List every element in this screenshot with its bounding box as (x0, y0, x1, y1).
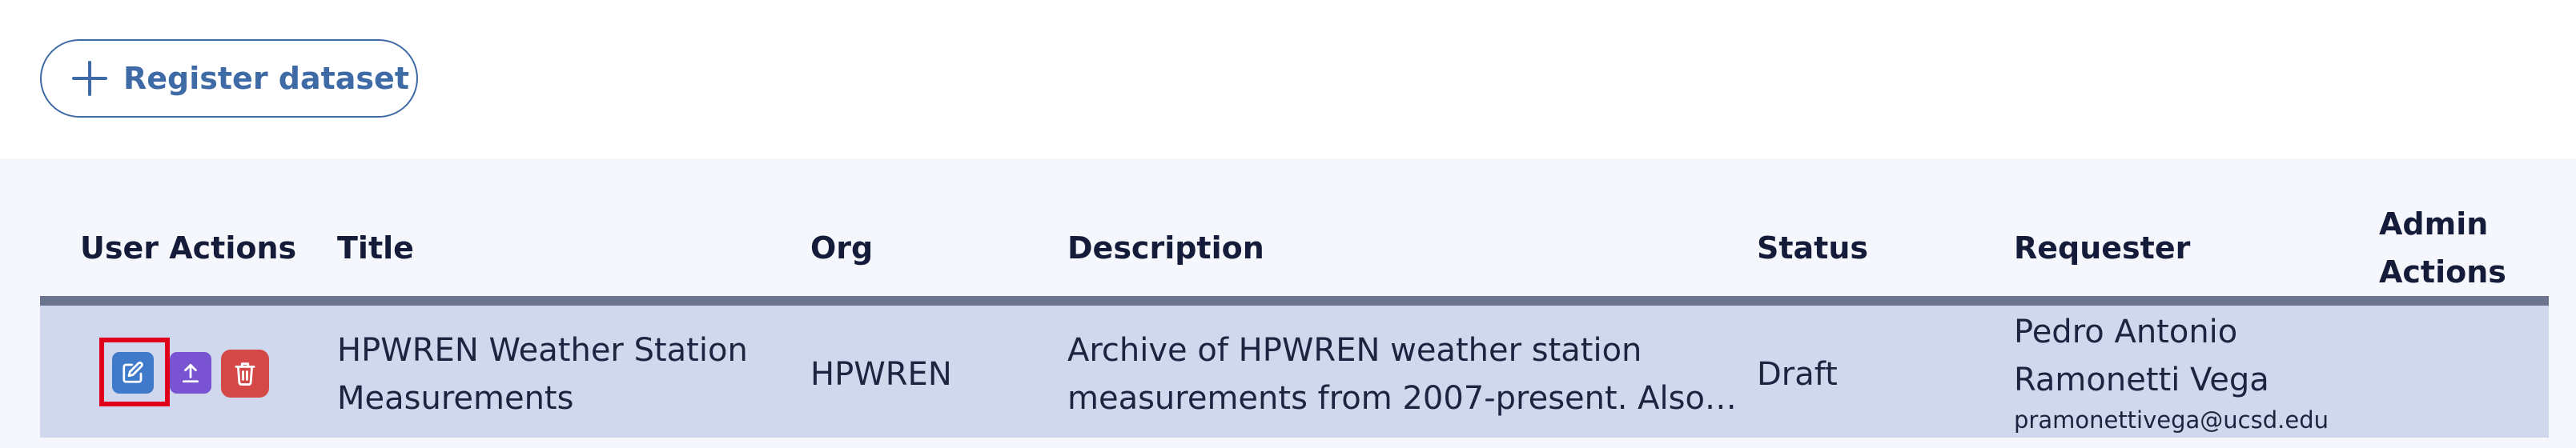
upload-button[interactable] (170, 352, 211, 394)
row-description-line1: Archive of HPWREN weather station (1067, 332, 1642, 369)
requester-email: pramonettivega@ucsd.edu (2014, 406, 2329, 434)
header-description: Description (1067, 230, 1264, 266)
trash-icon (235, 362, 255, 386)
header-requester: Requester (2014, 230, 2191, 266)
header-org: Org (810, 230, 874, 266)
requester-name-line1: Pedro Antonio (2014, 314, 2238, 350)
header-divider (40, 296, 2549, 306)
edit-button[interactable] (112, 352, 154, 394)
delete-button[interactable] (221, 350, 269, 398)
register-dataset-label: Register dataset (123, 61, 409, 96)
register-dataset-button[interactable]: Register dataset (40, 39, 418, 118)
row-org: HPWREN (810, 356, 952, 393)
header-status: Status (1757, 230, 1869, 266)
edit-icon (123, 361, 143, 383)
header-admin-actions-line1: Admin (2379, 206, 2489, 242)
toolbar-area: Register dataset (0, 0, 2576, 158)
requester-name-line2: Ramonetti Vega (2014, 362, 2269, 398)
header-title: Title (337, 230, 414, 266)
plus-icon (72, 61, 107, 96)
upload-icon (182, 363, 199, 383)
row-title-line2: Measurements (337, 380, 574, 417)
header-user-actions: User Actions (80, 230, 297, 266)
header-admin-actions-line2: Actions (2379, 254, 2506, 290)
status-text: Draft (1757, 356, 1838, 393)
row-title-line1: HPWREN Weather Station (337, 332, 748, 369)
row-description-line2: measurements from 2007-present. Also… (1067, 380, 1737, 417)
